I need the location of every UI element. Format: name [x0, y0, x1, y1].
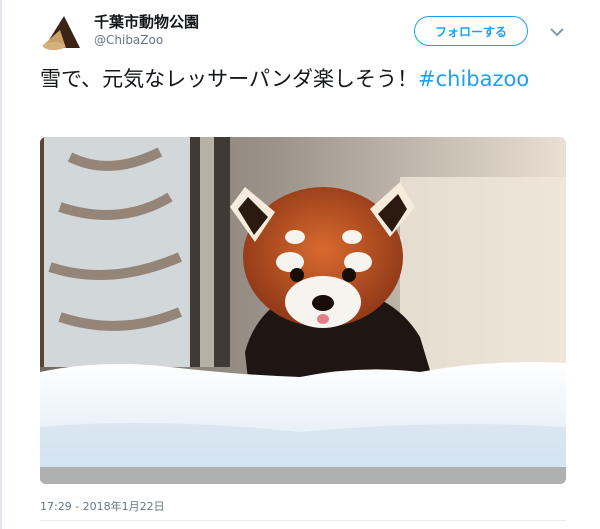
zoo-logo-icon	[42, 16, 80, 50]
red-panda-photo	[40, 137, 566, 484]
tweet-card: 千葉市動物公園 @ChibaZoo フォローする 雪で、元気なレッサーパンダ楽し…	[0, 0, 600, 529]
chevron-down-icon	[550, 27, 564, 36]
hashtag-link[interactable]: #chibazoo	[418, 67, 529, 91]
tweet-text: 雪で、元気なレッサーパンダ楽しそう！#chibazoo	[40, 64, 540, 95]
divider	[40, 520, 566, 521]
tweet-body: 雪で、元気なレッサーパンダ楽しそう！	[40, 67, 418, 91]
account-handle[interactable]: @ChibaZoo	[94, 33, 163, 47]
left-border	[0, 0, 2, 529]
display-name[interactable]: 千葉市動物公園	[94, 11, 199, 32]
tweet-photo[interactable]	[40, 137, 566, 484]
more-menu-button[interactable]	[546, 22, 568, 42]
account-avatar[interactable]	[40, 10, 84, 54]
tweet-timestamp[interactable]: 17:29 - 2018年1月22日	[40, 498, 165, 514]
follow-button[interactable]: フォローする	[414, 16, 528, 46]
